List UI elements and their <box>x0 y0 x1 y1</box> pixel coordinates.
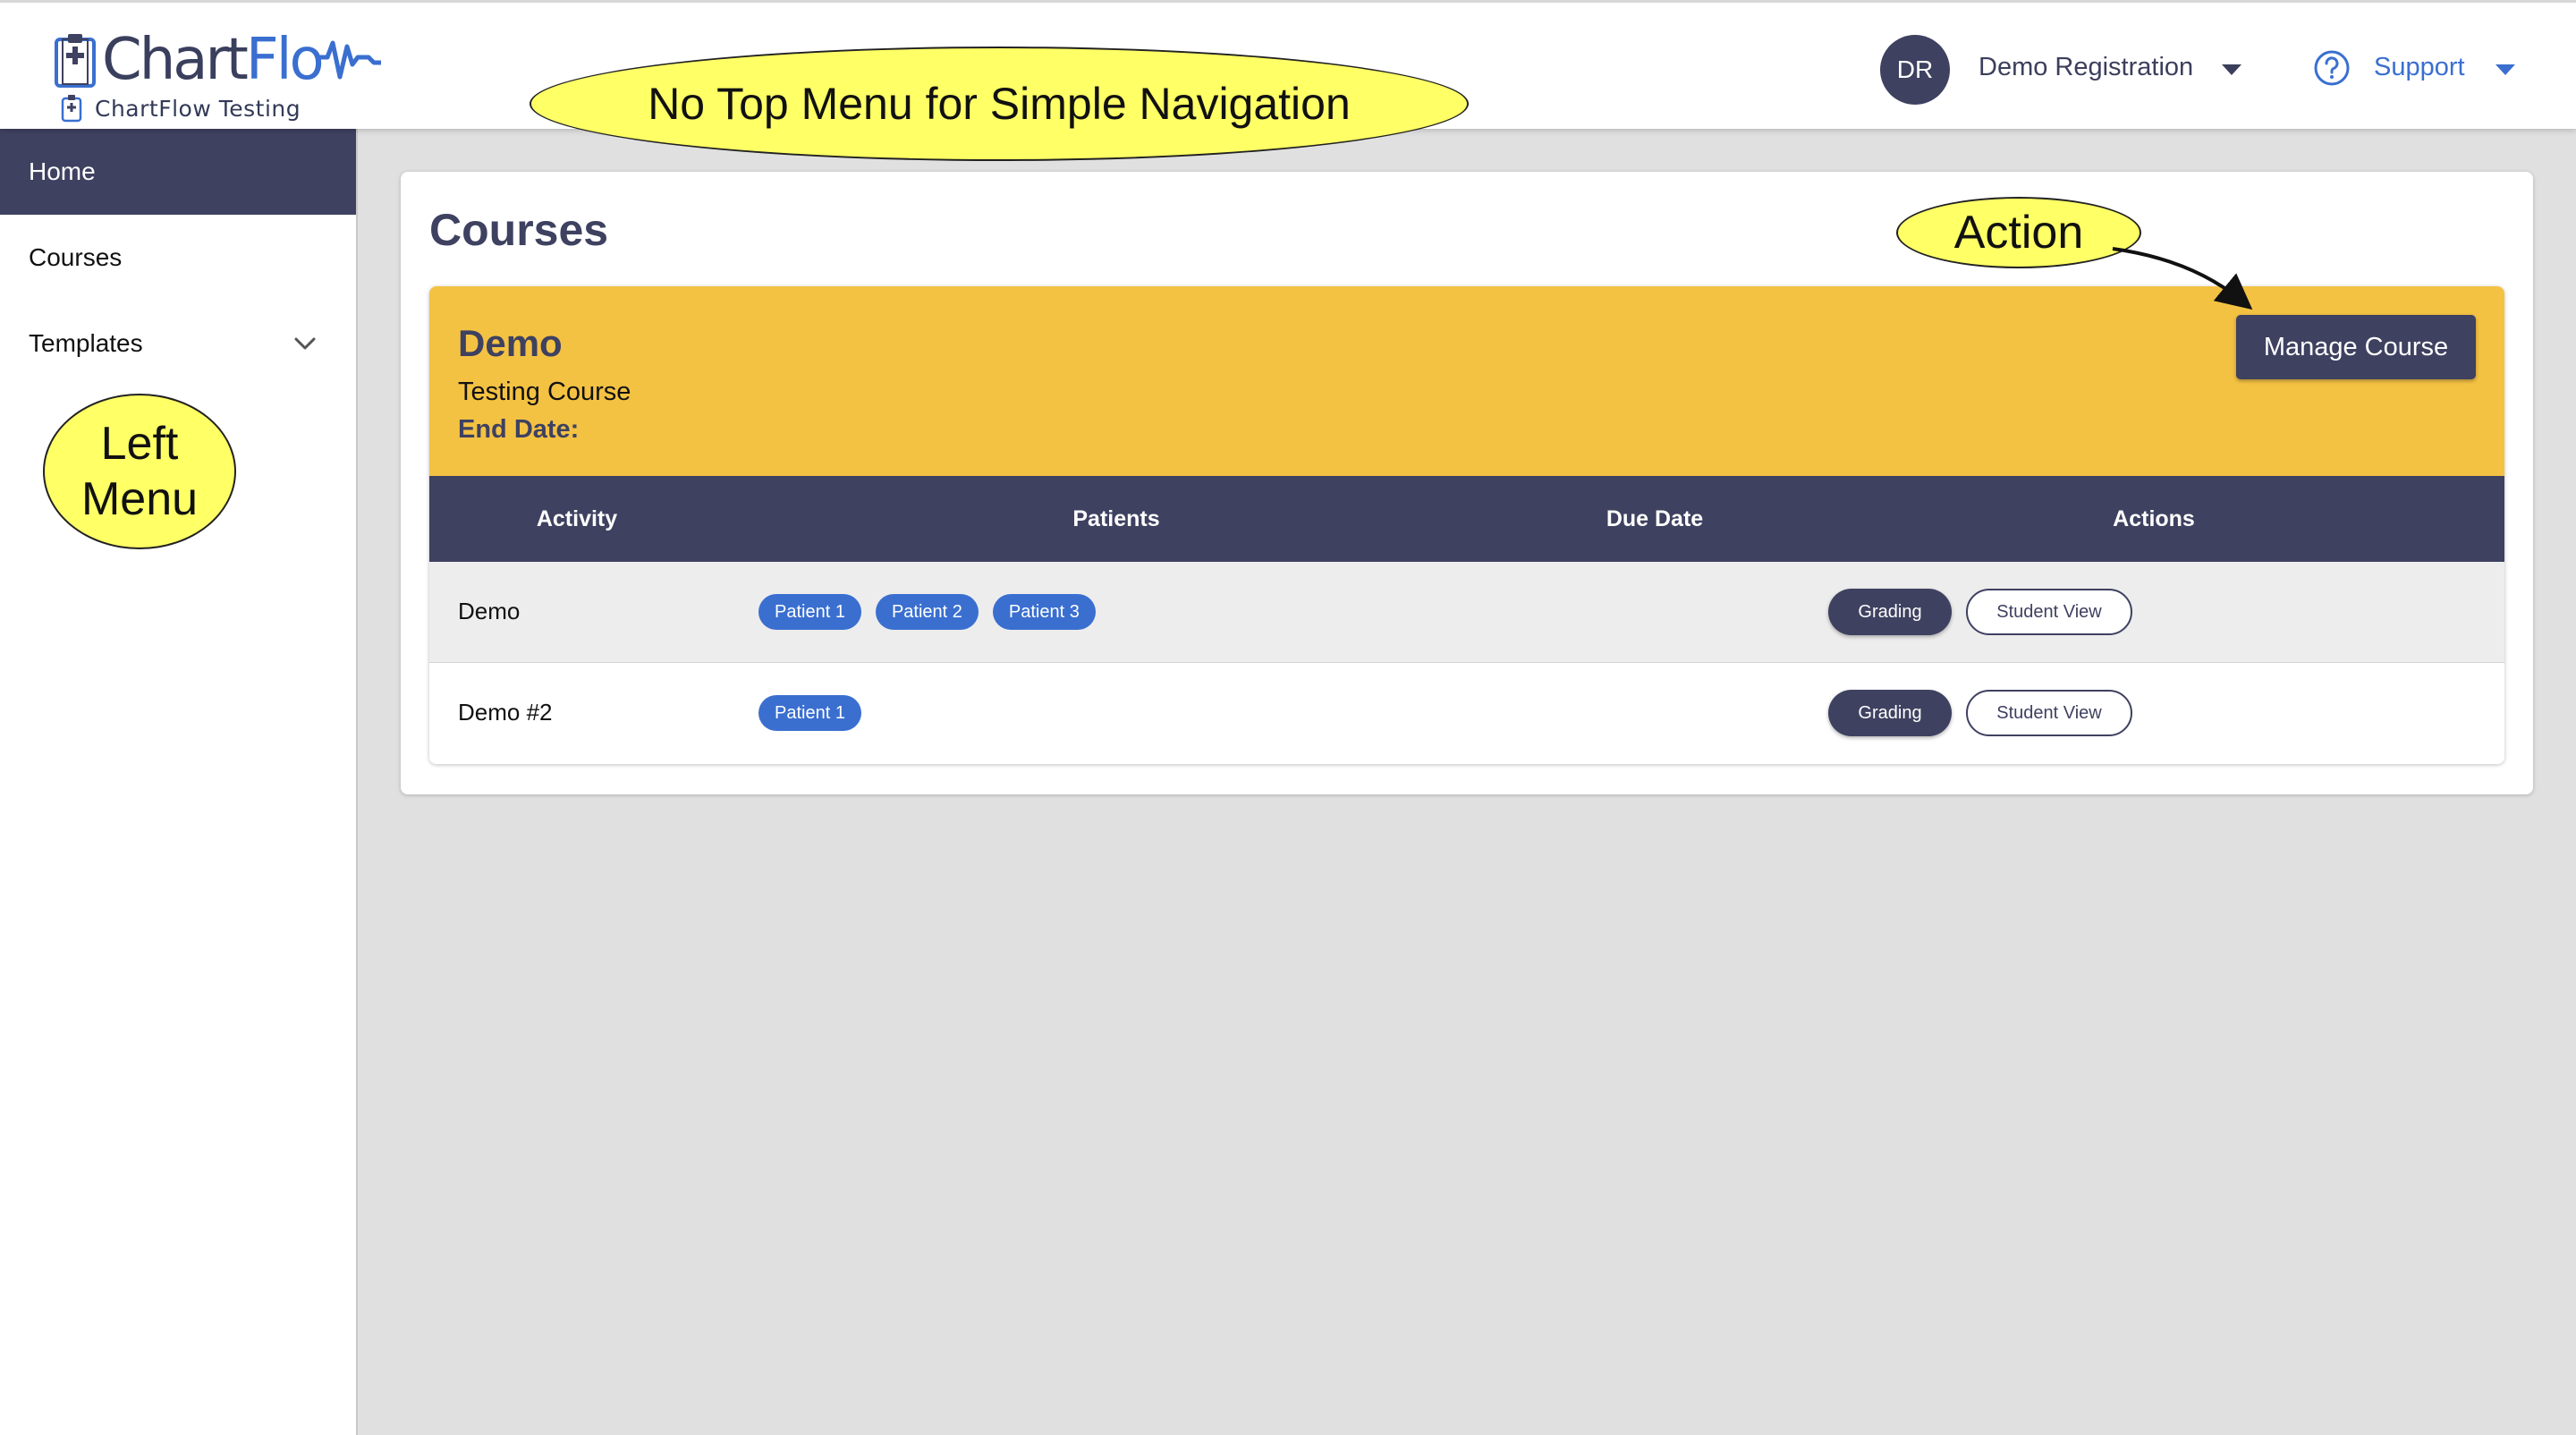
student-view-button[interactable]: Student View <box>1966 690 2132 736</box>
logo-subtitle: ChartFlow Testing <box>95 95 301 122</box>
clipboard-icon <box>55 34 96 88</box>
course-description: Testing Course <box>458 378 631 406</box>
sidebar-item-label: Courses <box>29 243 123 271</box>
page-title: Courses <box>429 205 609 255</box>
column-header-patients: Patients <box>1072 506 1160 531</box>
end-date-label: End Date: <box>458 415 580 444</box>
sidebar-item-label: Templates <box>29 329 143 357</box>
logo-text-flow: Flo <box>245 27 325 93</box>
course-name: Demo <box>458 322 563 364</box>
sidebar-item-templates[interactable]: Templates <box>0 301 356 386</box>
patient-pill[interactable]: Patient 1 <box>758 594 861 630</box>
user-name-label[interactable]: Demo Registration <box>1979 53 2193 82</box>
chartflow-logo[interactable]: ChartFlo ChartFlow Testing <box>54 26 394 124</box>
course-header: Demo Testing Course End Date: Manage Cou… <box>429 286 2504 476</box>
patient-pills: Patient 1 <box>758 695 876 731</box>
user-caret-down-icon[interactable] <box>2222 64 2241 75</box>
logo-main: ChartFlo <box>54 26 381 94</box>
support-caret-down-icon[interactable] <box>2496 64 2515 75</box>
annotation-arrow-icon <box>2112 247 2253 310</box>
support-menu-label[interactable]: Support <box>2374 53 2465 82</box>
annotation-top-menu: No Top Menu for Simple Navigation <box>530 47 1469 161</box>
column-header-actions: Actions <box>2113 506 2195 531</box>
heartbeat-wave-icon <box>318 40 381 80</box>
manage-course-button[interactable]: Manage Course <box>2236 315 2476 379</box>
user-avatar[interactable]: DR <box>1880 35 1950 105</box>
sidebar-item-home[interactable]: Home <box>0 129 356 215</box>
left-sidebar: Home Courses Templates <box>0 129 358 1435</box>
column-header-activity: Activity <box>536 506 618 531</box>
sidebar-item-label: Home <box>29 157 96 185</box>
student-view-button[interactable]: Student View <box>1966 589 2132 635</box>
grading-button[interactable]: Grading <box>1828 690 1952 736</box>
patient-pill[interactable]: Patient 3 <box>992 594 1096 630</box>
sidebar-item-courses[interactable]: Courses <box>0 215 356 301</box>
table-row: Demo Patient 1 Patient 2 Patient 3 Gradi… <box>429 562 2504 663</box>
course-panel: Demo Testing Course End Date: Manage Cou… <box>429 286 2504 764</box>
activity-name: Demo #2 <box>458 699 553 726</box>
small-clipboard-icon <box>61 95 82 123</box>
logo-subtitle-row: ChartFlow Testing <box>61 94 301 123</box>
table-row: Demo #2 Patient 1 Grading Student View <box>429 663 2504 764</box>
column-header-due-date: Due Date <box>1606 506 1704 531</box>
activity-name: Demo <box>458 598 521 624</box>
patient-pills: Patient 1 Patient 2 Patient 3 <box>758 594 1110 630</box>
grading-button[interactable]: Grading <box>1828 589 1952 635</box>
help-circle-icon[interactable] <box>2313 49 2351 87</box>
table-header: Activity Patients Due Date Actions <box>429 476 2504 562</box>
annotation-action: Action <box>1896 197 2141 268</box>
chevron-down-icon[interactable] <box>293 336 317 351</box>
logo-text-chart: Chart <box>102 27 249 93</box>
patient-pill[interactable]: Patient 2 <box>875 594 979 630</box>
logo-wordmark: ChartFlo <box>102 31 325 89</box>
patient-pill[interactable]: Patient 1 <box>758 695 861 731</box>
annotation-left-menu: Left Menu <box>43 394 236 549</box>
